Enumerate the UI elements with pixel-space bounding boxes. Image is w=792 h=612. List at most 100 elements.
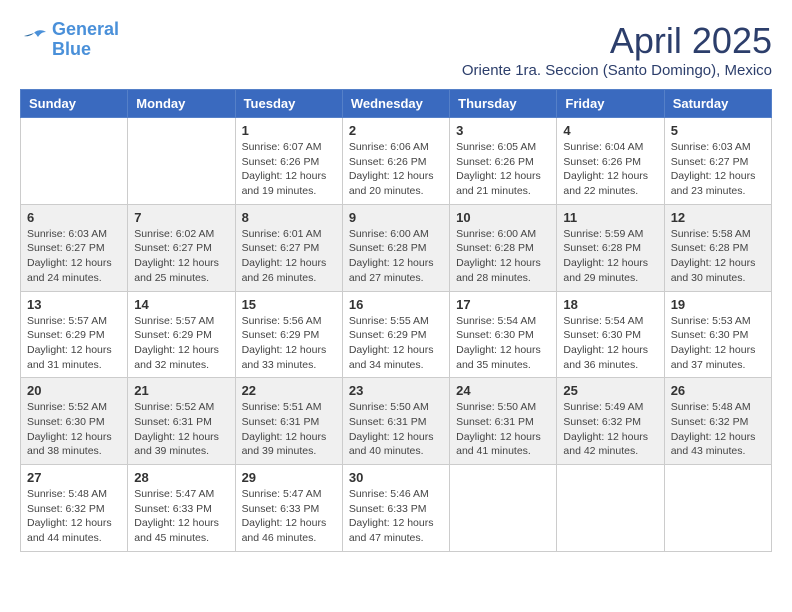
calendar-cell: 20 Sunrise: 5:52 AM Sunset: 6:30 PM Dayli… (21, 378, 128, 465)
day-number: 8 (242, 210, 336, 225)
page-header: General Blue April 2025 Oriente 1ra. Sec… (20, 20, 772, 79)
day-number: 15 (242, 297, 336, 312)
calendar-cell: 15 Sunrise: 5:56 AM Sunset: 6:29 PM Dayli… (235, 291, 342, 378)
column-header-tuesday: Tuesday (235, 90, 342, 118)
day-number: 28 (134, 470, 228, 485)
calendar-cell: 3 Sunrise: 6:05 AM Sunset: 6:26 PM Daylig… (450, 118, 557, 205)
calendar-cell: 29 Sunrise: 5:47 AM Sunset: 6:33 PM Dayli… (235, 465, 342, 552)
column-header-wednesday: Wednesday (342, 90, 449, 118)
day-number: 30 (349, 470, 443, 485)
day-info: Sunrise: 5:52 AM Sunset: 6:30 PM Dayligh… (27, 400, 121, 459)
day-number: 24 (456, 383, 550, 398)
calendar-table: SundayMondayTuesdayWednesdayThursdayFrid… (20, 89, 772, 552)
day-info: Sunrise: 5:48 AM Sunset: 6:32 PM Dayligh… (27, 487, 121, 546)
day-number: 21 (134, 383, 228, 398)
calendar-cell: 18 Sunrise: 5:54 AM Sunset: 6:30 PM Dayli… (557, 291, 664, 378)
day-number: 13 (27, 297, 121, 312)
calendar-cell: 1Sunrise: 6:07 AM Sunset: 6:26 PM Daylig… (235, 118, 342, 205)
day-info: Sunrise: 5:53 AM Sunset: 6:30 PM Dayligh… (671, 314, 765, 373)
day-info: Sunrise: 5:47 AM Sunset: 6:33 PM Dayligh… (134, 487, 228, 546)
day-info: Sunrise: 6:03 AM Sunset: 6:27 PM Dayligh… (671, 140, 765, 199)
day-number: 20 (27, 383, 121, 398)
calendar-header-row: SundayMondayTuesdayWednesdayThursdayFrid… (21, 90, 772, 118)
day-info: Sunrise: 5:54 AM Sunset: 6:30 PM Dayligh… (456, 314, 550, 373)
day-number: 9 (349, 210, 443, 225)
day-info: Sunrise: 6:00 AM Sunset: 6:28 PM Dayligh… (349, 227, 443, 286)
logo-icon (20, 29, 48, 51)
calendar-cell: 9 Sunrise: 6:00 AM Sunset: 6:28 PM Daylig… (342, 204, 449, 291)
day-number: 29 (242, 470, 336, 485)
day-number: 26 (671, 383, 765, 398)
day-info: Sunrise: 5:47 AM Sunset: 6:33 PM Dayligh… (242, 487, 336, 546)
day-info: Sunrise: 5:51 AM Sunset: 6:31 PM Dayligh… (242, 400, 336, 459)
day-number: 3 (456, 123, 550, 138)
calendar-cell: 27 Sunrise: 5:48 AM Sunset: 6:32 PM Dayli… (21, 465, 128, 552)
day-info: Sunrise: 5:58 AM Sunset: 6:28 PM Dayligh… (671, 227, 765, 286)
day-info: Sunrise: 5:48 AM Sunset: 6:32 PM Dayligh… (671, 400, 765, 459)
calendar-cell: 28 Sunrise: 5:47 AM Sunset: 6:33 PM Dayli… (128, 465, 235, 552)
calendar-week-row: 6 Sunrise: 6:03 AM Sunset: 6:27 PM Daylig… (21, 204, 772, 291)
calendar-cell: 10 Sunrise: 6:00 AM Sunset: 6:28 PM Dayli… (450, 204, 557, 291)
day-info: Sunrise: 6:03 AM Sunset: 6:27 PM Dayligh… (27, 227, 121, 286)
day-info: Sunrise: 5:57 AM Sunset: 6:29 PM Dayligh… (27, 314, 121, 373)
calendar-cell (557, 465, 664, 552)
calendar-cell: 30Sunrise: 5:46 AM Sunset: 6:33 PM Dayli… (342, 465, 449, 552)
calendar-cell: 19 Sunrise: 5:53 AM Sunset: 6:30 PM Dayli… (664, 291, 771, 378)
day-number: 12 (671, 210, 765, 225)
day-info: Sunrise: 5:59 AM Sunset: 6:28 PM Dayligh… (563, 227, 657, 286)
day-number: 27 (27, 470, 121, 485)
day-info: Sunrise: 5:54 AM Sunset: 6:30 PM Dayligh… (563, 314, 657, 373)
day-info: Sunrise: 6:02 AM Sunset: 6:27 PM Dayligh… (134, 227, 228, 286)
calendar-cell: 26 Sunrise: 5:48 AM Sunset: 6:32 PM Dayli… (664, 378, 771, 465)
logo-text: General Blue (52, 20, 119, 60)
calendar-cell: 17 Sunrise: 5:54 AM Sunset: 6:30 PM Dayli… (450, 291, 557, 378)
title-section: April 2025 Oriente 1ra. Seccion (Santo D… (462, 20, 772, 79)
calendar-cell: 25 Sunrise: 5:49 AM Sunset: 6:32 PM Dayli… (557, 378, 664, 465)
month-year-title: April 2025 (462, 20, 772, 62)
day-number: 16 (349, 297, 443, 312)
calendar-cell: 8 Sunrise: 6:01 AM Sunset: 6:27 PM Daylig… (235, 204, 342, 291)
column-header-thursday: Thursday (450, 90, 557, 118)
day-number: 7 (134, 210, 228, 225)
calendar-cell: 2 Sunrise: 6:06 AM Sunset: 6:26 PM Daylig… (342, 118, 449, 205)
day-number: 2 (349, 123, 443, 138)
day-number: 25 (563, 383, 657, 398)
day-info: Sunrise: 6:06 AM Sunset: 6:26 PM Dayligh… (349, 140, 443, 199)
day-number: 4 (563, 123, 657, 138)
calendar-cell: 11 Sunrise: 5:59 AM Sunset: 6:28 PM Dayli… (557, 204, 664, 291)
day-info: Sunrise: 5:49 AM Sunset: 6:32 PM Dayligh… (563, 400, 657, 459)
calendar-cell: 22 Sunrise: 5:51 AM Sunset: 6:31 PM Dayli… (235, 378, 342, 465)
calendar-cell: 7 Sunrise: 6:02 AM Sunset: 6:27 PM Daylig… (128, 204, 235, 291)
calendar-cell: 24 Sunrise: 5:50 AM Sunset: 6:31 PM Dayli… (450, 378, 557, 465)
day-number: 5 (671, 123, 765, 138)
day-info: Sunrise: 5:56 AM Sunset: 6:29 PM Dayligh… (242, 314, 336, 373)
day-number: 10 (456, 210, 550, 225)
calendar-cell: 21Sunrise: 5:52 AM Sunset: 6:31 PM Dayli… (128, 378, 235, 465)
calendar-week-row: 20 Sunrise: 5:52 AM Sunset: 6:30 PM Dayli… (21, 378, 772, 465)
day-number: 14 (134, 297, 228, 312)
day-number: 22 (242, 383, 336, 398)
calendar-cell: 6 Sunrise: 6:03 AM Sunset: 6:27 PM Daylig… (21, 204, 128, 291)
calendar-week-row: 13 Sunrise: 5:57 AM Sunset: 6:29 PM Dayli… (21, 291, 772, 378)
day-number: 6 (27, 210, 121, 225)
calendar-week-row: 1Sunrise: 6:07 AM Sunset: 6:26 PM Daylig… (21, 118, 772, 205)
day-number: 11 (563, 210, 657, 225)
calendar-cell (450, 465, 557, 552)
day-number: 23 (349, 383, 443, 398)
day-number: 19 (671, 297, 765, 312)
day-info: Sunrise: 5:55 AM Sunset: 6:29 PM Dayligh… (349, 314, 443, 373)
day-number: 18 (563, 297, 657, 312)
day-info: Sunrise: 5:50 AM Sunset: 6:31 PM Dayligh… (456, 400, 550, 459)
calendar-cell: 12 Sunrise: 5:58 AM Sunset: 6:28 PM Dayli… (664, 204, 771, 291)
day-info: Sunrise: 6:00 AM Sunset: 6:28 PM Dayligh… (456, 227, 550, 286)
calendar-cell: 5 Sunrise: 6:03 AM Sunset: 6:27 PM Daylig… (664, 118, 771, 205)
day-number: 17 (456, 297, 550, 312)
calendar-cell: 23Sunrise: 5:50 AM Sunset: 6:31 PM Dayli… (342, 378, 449, 465)
day-info: Sunrise: 6:07 AM Sunset: 6:26 PM Dayligh… (242, 140, 336, 199)
calendar-cell: 4Sunrise: 6:04 AM Sunset: 6:26 PM Daylig… (557, 118, 664, 205)
location-subtitle: Oriente 1ra. Seccion (Santo Domingo), Me… (462, 62, 772, 79)
logo: General Blue (20, 20, 119, 60)
calendar-week-row: 27 Sunrise: 5:48 AM Sunset: 6:32 PM Dayli… (21, 465, 772, 552)
day-info: Sunrise: 6:05 AM Sunset: 6:26 PM Dayligh… (456, 140, 550, 199)
day-info: Sunrise: 6:01 AM Sunset: 6:27 PM Dayligh… (242, 227, 336, 286)
